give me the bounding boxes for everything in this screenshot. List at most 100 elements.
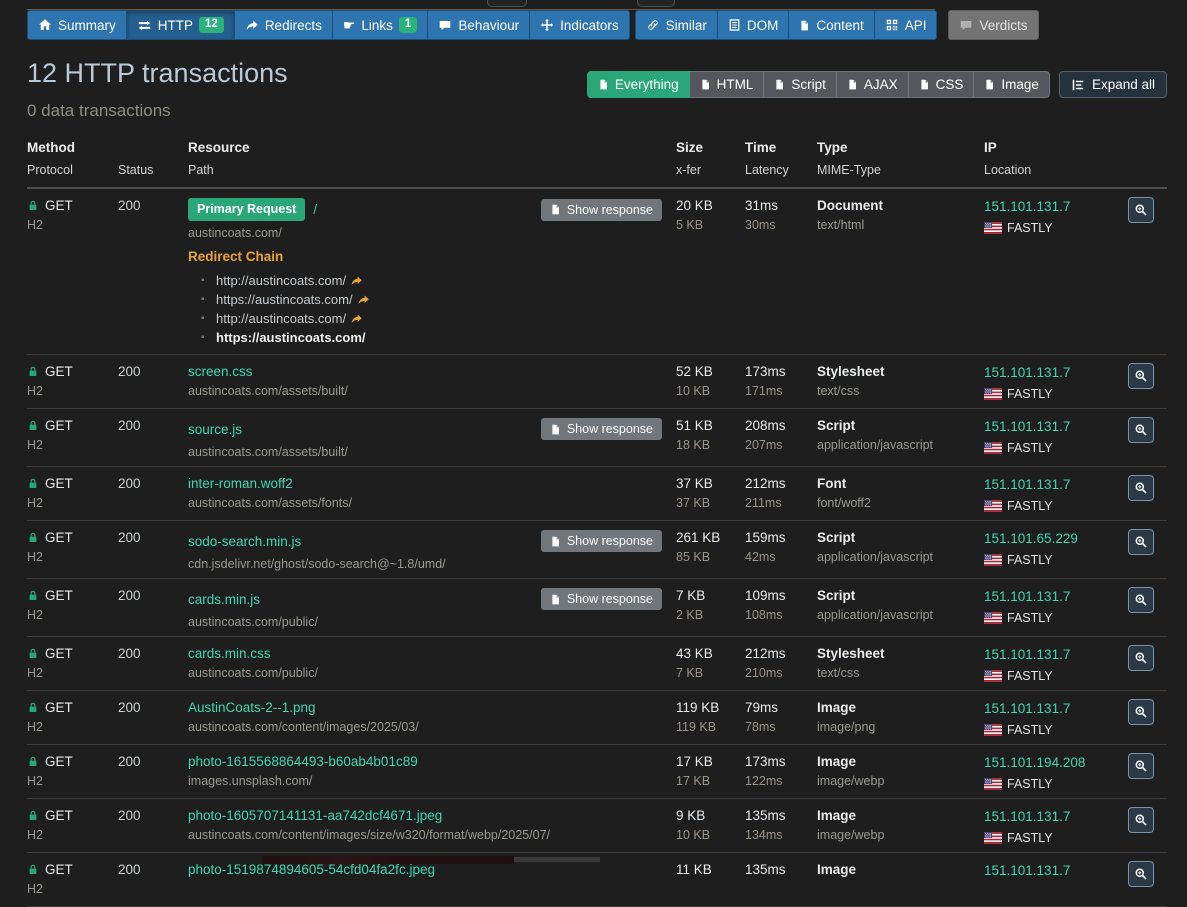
show-response-button[interactable]: Show response (541, 588, 662, 610)
inspect-transaction-button[interactable] (1128, 699, 1154, 725)
us-flag-icon (984, 442, 1002, 454)
resource-link[interactable]: cards.min.js (188, 592, 260, 607)
filter-label: AJAX (864, 77, 898, 92)
method-label: GET (45, 418, 73, 433)
size-label: 17 KB (676, 754, 745, 769)
ip-link[interactable]: 151.101.131.7 (984, 365, 1070, 380)
resource-link[interactable]: sodo-search.min.js (188, 534, 301, 549)
inspect-transaction-button[interactable] (1128, 753, 1154, 779)
redirect-chain-url[interactable]: http://austincoats.com/ (216, 273, 346, 288)
ip-link[interactable]: 151.101.131.7 (984, 809, 1070, 824)
tab-redirects[interactable]: Redirects (235, 10, 333, 40)
inspect-transaction-button[interactable] (1128, 861, 1154, 887)
ip-link[interactable]: 151.101.131.7 (984, 589, 1070, 604)
resource-link[interactable]: inter-roman.woff2 (188, 476, 293, 491)
latency-label: 42ms (745, 550, 817, 564)
inspect-transaction-button[interactable] (1128, 363, 1154, 389)
inspect-transaction-button[interactable] (1128, 417, 1154, 443)
mime-label: application/javascript (817, 608, 984, 622)
ip-link[interactable]: 151.101.131.7 (984, 647, 1070, 662)
inspect-transaction-button[interactable] (1128, 197, 1154, 223)
status-cell: 200 (118, 862, 188, 877)
ip-cell: 151.101.131.7 FASTLY (984, 198, 1128, 235)
xfer-label: 2 KB (676, 608, 745, 622)
redirect-chain-url[interactable]: https://austincoats.com/ (216, 292, 353, 307)
ip-link[interactable]: 151.101.194.208 (984, 755, 1085, 770)
latency-label: 78ms (745, 720, 817, 734)
path-label: austincoats.com/public/ (188, 615, 676, 629)
tab-similar[interactable]: Similar (635, 10, 718, 40)
ip-cell: 151.101.131.7 FASTLY (984, 364, 1128, 401)
chain-icon (646, 18, 660, 32)
filter-bar: Everything HTML Script AJAX CSSImage Expand … (587, 71, 1167, 98)
ip-link[interactable]: 151.101.131.7 (984, 199, 1070, 214)
status-label: 200 (118, 862, 188, 877)
resource-link[interactable]: source.js (188, 422, 242, 437)
magnifier-icon (1134, 423, 1148, 437)
speech-icon (438, 19, 452, 32)
filter-label: Everything (615, 77, 679, 92)
path-label: austincoats.com/content/images/size/w320… (188, 828, 676, 842)
show-response-button[interactable]: Show response (541, 530, 662, 552)
ip-link[interactable]: 151.101.131.7 (984, 419, 1070, 434)
inspect-transaction-button[interactable] (1128, 807, 1154, 833)
mime-label: application/javascript (817, 550, 984, 564)
expand-all-button[interactable]: Expand all (1059, 71, 1167, 98)
method-label: GET (45, 476, 73, 491)
protocol-label: H2 (27, 774, 118, 788)
resource-link[interactable]: photo-1519874894605-54cfd04fa2fc.jpeg (188, 862, 435, 877)
tab-behaviour[interactable]: Behaviour (428, 10, 530, 40)
ip-link[interactable]: 151.101.131.7 (984, 701, 1070, 716)
resource-link[interactable]: photo-1615568864493-b60ab4b01c89 (188, 754, 418, 769)
speech-icon (959, 19, 973, 32)
tab-http[interactable]: HTTP12 (127, 10, 235, 40)
tab-links[interactable]: ☛Links1 (333, 10, 428, 40)
filter-image[interactable]: Image (974, 71, 1050, 98)
inspect-transaction-button[interactable] (1128, 475, 1154, 501)
resource-link[interactable]: AustinCoats-2--1.png (188, 700, 316, 715)
location-line: FASTLY (984, 441, 1128, 455)
ip-link[interactable]: 151.101.65.229 (984, 531, 1078, 546)
redirect-chain-list: http://austincoats.com/https://austincoa… (188, 271, 676, 347)
inspect-transaction-button[interactable] (1128, 645, 1154, 671)
inspect-transaction-button[interactable] (1128, 587, 1154, 613)
resource-link[interactable]: photo-1605707141131-aa742dcf4671.jpeg (188, 808, 442, 823)
filter-css[interactable]: CSS (909, 71, 975, 98)
redirect-chain-url[interactable]: http://austincoats.com/ (216, 311, 346, 326)
ip-link[interactable]: 151.101.131.7 (984, 863, 1070, 878)
tab-api[interactable]: API (875, 10, 938, 40)
http-transactions-table: MethodProtocol Status ResourcePath Sizex… (27, 140, 1167, 907)
status-label: 200 (118, 476, 188, 491)
filter-ajax[interactable]: AJAX (837, 71, 909, 98)
filter-label: Script (791, 77, 826, 92)
latency-label: 108ms (745, 608, 817, 622)
tab-dom[interactable]: DOM (718, 10, 790, 40)
tab-verdicts: Verdicts (948, 10, 1038, 40)
latency-label: 122ms (745, 774, 817, 788)
tab-group-2: SimilarDOMContentAPI (635, 10, 938, 40)
size-cell: 261 KB 85 KB (676, 530, 745, 564)
type-label: Document (817, 198, 984, 213)
resource-link[interactable]: cards.min.css (188, 646, 271, 661)
filter-html[interactable]: HTML (690, 71, 765, 98)
status-cell: 200 (118, 754, 188, 769)
resource-link[interactable]: / (313, 202, 317, 217)
show-response-button[interactable]: Show response (541, 418, 662, 440)
filter-everything[interactable]: Everything (587, 71, 690, 98)
tab-summary[interactable]: Summary (27, 10, 127, 40)
status-cell: 200 (118, 588, 188, 603)
time-label: 212ms (745, 646, 817, 661)
mime-label: application/javascript (817, 438, 984, 452)
method-cell: GET H2 (27, 700, 118, 734)
filter-script[interactable]: Script (764, 71, 837, 98)
tab-indicators[interactable]: Indicators (530, 10, 630, 40)
col-time: Time (745, 140, 817, 157)
ip-link[interactable]: 151.101.131.7 (984, 477, 1070, 492)
status-cell: 200 (118, 198, 188, 213)
inspect-transaction-button[interactable] (1128, 529, 1154, 555)
ip-cell: 151.101.65.229 FASTLY (984, 530, 1128, 567)
resource-link[interactable]: screen.css (188, 364, 253, 379)
lock-icon (27, 477, 39, 490)
show-response-button[interactable]: Show response (541, 199, 662, 221)
tab-content[interactable]: Content (789, 10, 874, 40)
